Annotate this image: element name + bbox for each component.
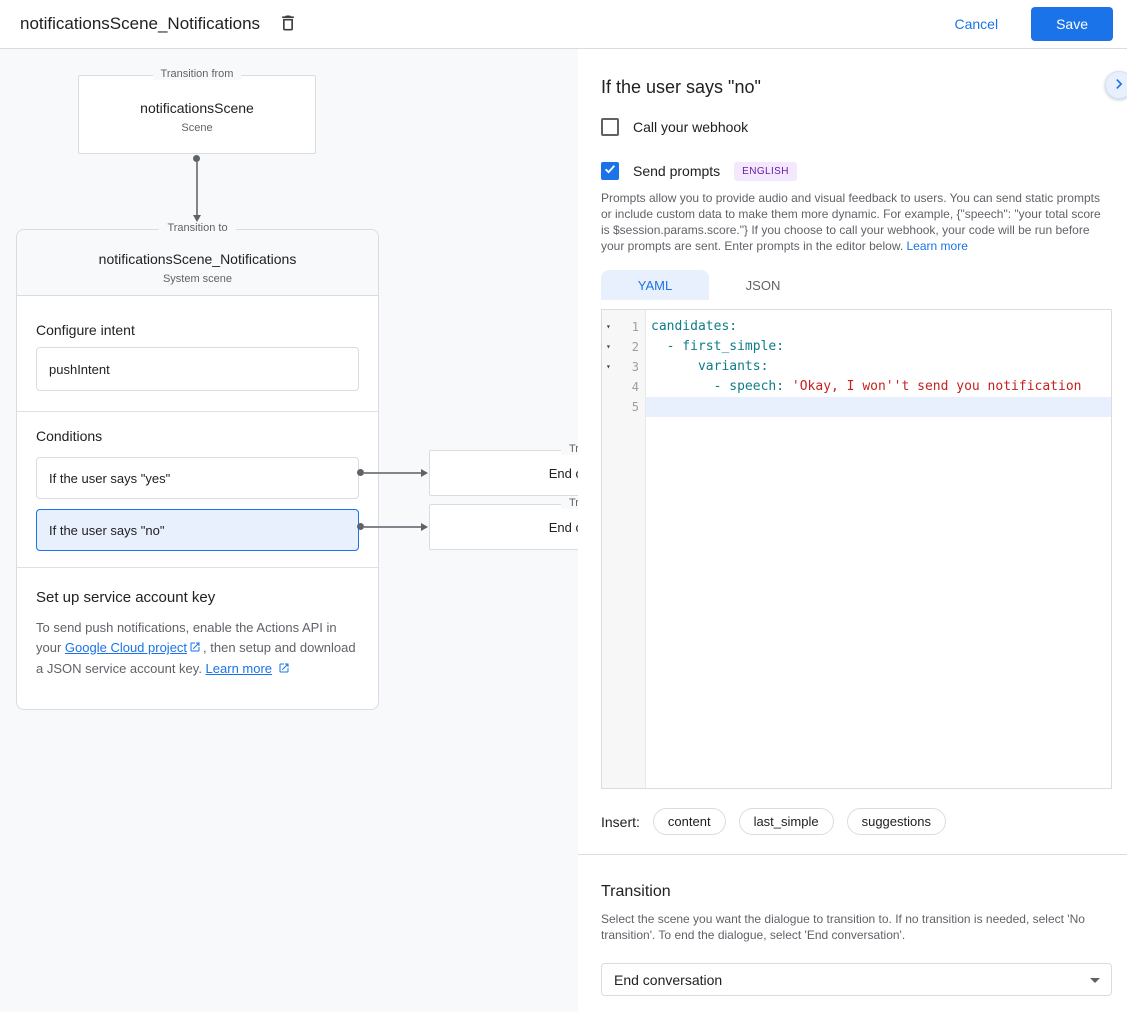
delete-scene-button[interactable] xyxy=(278,13,298,36)
active-code-line xyxy=(646,397,1111,417)
transition-select[interactable]: End conversation xyxy=(601,963,1112,996)
learn-more-link[interactable]: Learn more xyxy=(206,661,272,676)
insert-row: Insert: content last_simple suggestions xyxy=(601,808,1112,835)
prompts-description: Prompts allow you to provide audio and v… xyxy=(601,190,1112,254)
panel-title: If the user says "no" xyxy=(601,77,1112,98)
line-number: 3 xyxy=(632,357,639,377)
end-conversation-node-2[interactable]: Transition to End conversation xyxy=(429,504,578,550)
conditions-label: Conditions xyxy=(36,428,359,444)
send-prompts-row: Send prompts ENGLISH xyxy=(601,161,1112,181)
insert-chip-content[interactable]: content xyxy=(653,808,726,835)
fold-icon[interactable]: ▾ xyxy=(606,317,611,337)
google-cloud-project-link[interactable]: Google Cloud project xyxy=(65,640,187,655)
code-line: ▾1 candidates: xyxy=(602,317,1111,337)
language-badge: ENGLISH xyxy=(734,162,797,181)
arrow-down-icon xyxy=(193,215,201,222)
transition-from-node[interactable]: Transition from notificationsScene Scene xyxy=(78,75,316,154)
end-node-title: End conversation xyxy=(549,520,578,535)
code-line: ▾3 variants: xyxy=(602,357,1111,377)
send-prompts-checkbox[interactable] xyxy=(601,162,619,180)
insert-label: Insert: xyxy=(601,814,640,830)
scene-type: System scene xyxy=(17,273,378,285)
call-webhook-checkbox[interactable] xyxy=(601,118,619,136)
line-number: 2 xyxy=(632,337,639,357)
top-bar: notificationsScene_Notifications Cancel … xyxy=(0,0,1127,49)
connector-line xyxy=(196,162,198,215)
learn-more-link[interactable]: Learn more xyxy=(907,239,968,253)
code-line: 4 - speech: 'Okay, I won''t send you not… xyxy=(602,377,1111,397)
cancel-button[interactable]: Cancel xyxy=(954,16,998,32)
end-conversation-node-1[interactable]: Transition to End conversation xyxy=(429,450,578,496)
insert-chip-suggestions[interactable]: suggestions xyxy=(847,808,946,835)
arrow-right-icon xyxy=(421,523,428,531)
connector-line xyxy=(364,472,421,474)
connector-dot xyxy=(357,469,364,476)
connector-dot xyxy=(193,155,200,162)
chevron-right-icon xyxy=(1109,74,1127,97)
intent-item-pushintent[interactable]: pushIntent xyxy=(36,347,359,391)
service-key-heading: Set up service account key xyxy=(36,589,359,606)
transition-from-label: Transition from xyxy=(79,68,315,80)
tab-json[interactable]: JSON xyxy=(709,270,817,300)
yaml-editor[interactable]: ▾1 candidates: ▾2 - first_simple: ▾3 var… xyxy=(601,309,1112,789)
insert-chip-last-simple[interactable]: last_simple xyxy=(739,808,834,835)
send-prompts-label: Send prompts xyxy=(633,163,720,179)
line-number: 5 xyxy=(632,397,639,417)
editor-tabs: YAML JSON xyxy=(601,270,1112,300)
configure-intent-label: Configure intent xyxy=(36,322,359,338)
fold-icon[interactable]: ▾ xyxy=(606,337,611,357)
transition-heading: Transition xyxy=(601,883,1112,901)
scene-card-header: notificationsScene_Notifications System … xyxy=(17,230,378,296)
arrow-right-icon xyxy=(421,469,428,477)
transition-description: Select the scene you want the dialogue t… xyxy=(601,911,1112,943)
divider xyxy=(17,567,378,568)
webhook-row: Call your webhook xyxy=(601,117,1112,137)
code-line: ▾2 - first_simple: xyxy=(602,337,1111,357)
transition-to-label: Transition to xyxy=(430,443,578,455)
checkmark-icon xyxy=(603,162,617,181)
line-number: 1 xyxy=(632,317,639,337)
page-title: notificationsScene_Notifications xyxy=(20,14,260,34)
condition-detail-panel: If the user says "no" Call your webhook … xyxy=(578,49,1127,1012)
collapse-panel-button[interactable] xyxy=(1105,71,1127,99)
from-scene-name: notificationsScene xyxy=(79,100,315,116)
connector-line xyxy=(364,526,421,528)
from-scene-type: Scene xyxy=(79,122,315,134)
end-node-title: End conversation xyxy=(549,466,578,481)
dropdown-caret-icon xyxy=(1090,978,1100,983)
scene-name: notificationsScene_Notifications xyxy=(17,251,378,267)
code-line: 5 xyxy=(602,397,1111,417)
trash-icon xyxy=(278,13,298,36)
fold-icon[interactable]: ▾ xyxy=(606,357,611,377)
divider xyxy=(17,411,378,412)
tab-yaml[interactable]: YAML xyxy=(601,270,709,300)
scene-card: Transition to notificationsScene_Notific… xyxy=(16,229,379,710)
prompts-description-text: Prompts allow you to provide audio and v… xyxy=(601,191,1101,253)
scene-diagram-panel: Transition from notificationsScene Scene… xyxy=(0,49,578,1012)
condition-item-yes[interactable]: If the user says "yes" xyxy=(36,457,359,499)
divider xyxy=(578,854,1127,855)
transition-to-label: Transition to xyxy=(430,497,578,509)
external-link-icon[interactable] xyxy=(189,639,201,659)
save-button[interactable]: Save xyxy=(1031,7,1113,41)
transition-select-value: End conversation xyxy=(614,972,722,988)
condition-item-no[interactable]: If the user says "no" xyxy=(36,509,359,551)
connector-dot xyxy=(357,523,364,530)
service-key-text: To send push notifications, enable the A… xyxy=(36,618,359,680)
external-link-icon[interactable] xyxy=(278,660,290,680)
line-number: 4 xyxy=(632,377,639,397)
call-webhook-label: Call your webhook xyxy=(633,119,748,135)
